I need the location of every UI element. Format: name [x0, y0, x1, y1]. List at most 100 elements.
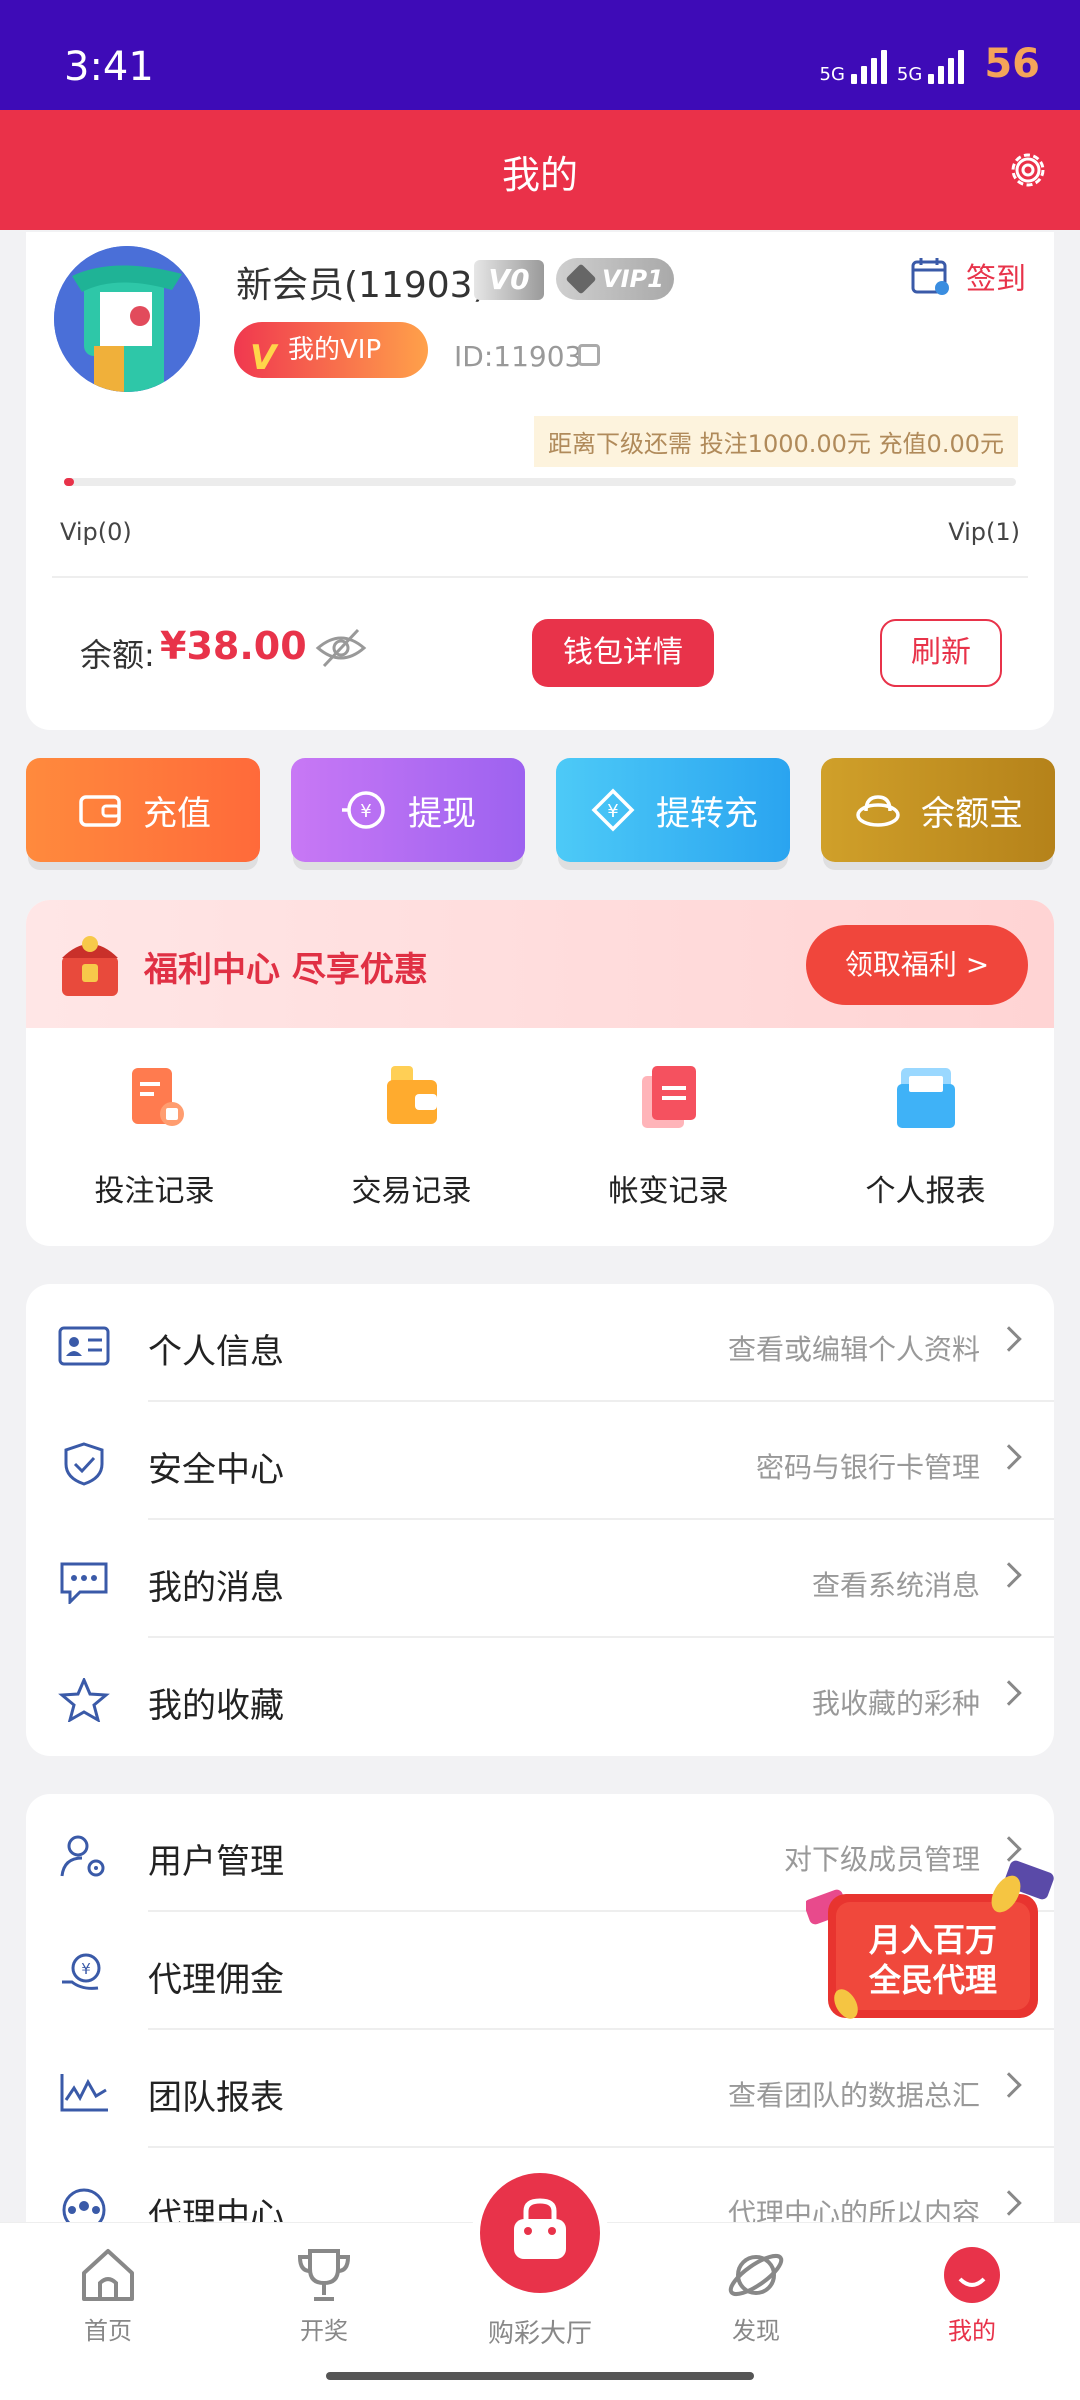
divider — [52, 576, 1028, 578]
chart-line-icon — [60, 2074, 108, 2112]
menu-label: 我的收藏 — [148, 1686, 284, 1726]
treasure-chest-icon — [62, 936, 118, 996]
promo-line-2: 全民代理 — [868, 1961, 997, 1999]
nav-label: 首页 — [84, 2317, 132, 2345]
nav-lottery-results[interactable]: 开奖 — [244, 2243, 404, 2346]
chevron-right-icon — [996, 1562, 1022, 1588]
my-vip-button[interactable]: V 我的VIP — [234, 322, 428, 378]
settings-menu: 个人信息 查看或编辑个人资料 安全中心 密码与银行卡管理 我的消息 查看系统消息… — [26, 1284, 1054, 1756]
record-label: 交易记录 — [351, 1174, 472, 1209]
nav-home[interactable]: 首页 — [28, 2243, 188, 2346]
signin-button[interactable]: 签到 — [910, 254, 1026, 298]
menu-item-personal-info[interactable]: 个人信息 查看或编辑个人资料 — [26, 1284, 1054, 1402]
diamond-icon — [565, 263, 597, 295]
menu-item-team-report[interactable]: 团队报表 查看团队的数据总汇 — [26, 2030, 1054, 2148]
id-card-icon — [58, 1326, 110, 1366]
shield-check-icon — [64, 1442, 104, 1486]
network-type-2: 5G — [896, 64, 923, 85]
refresh-button[interactable]: 刷新 — [880, 619, 1002, 687]
menu-item-messages[interactable]: 我的消息 查看系统消息 — [26, 1520, 1054, 1638]
transfer-recharge-button[interactable]: ¥ 提转充 — [556, 758, 790, 862]
menu-label: 团队报表 — [148, 2078, 284, 2118]
wallet-icon — [79, 795, 121, 827]
eye-off-icon[interactable] — [314, 626, 368, 670]
menu-desc: 我收藏的彩种 — [811, 1687, 980, 1720]
chevron-right-icon — [996, 1680, 1022, 1706]
planet-icon — [728, 2253, 784, 2297]
commission-icon: ¥ — [62, 1953, 101, 1990]
next-level-info: 距离下级还需 投注1000.00元 充值0.00元 — [534, 416, 1018, 467]
shopping-bag-icon — [514, 2198, 566, 2259]
menu-desc: 查看系统消息 — [811, 1569, 980, 1602]
menu-item-security[interactable]: 安全中心 密码与银行卡管理 — [26, 1402, 1054, 1520]
title-bar: 我的 — [0, 110, 1080, 230]
battery-level: 56 — [984, 41, 1040, 87]
gear-icon[interactable] — [1006, 148, 1050, 192]
quick-action-label: 提现 — [408, 793, 476, 834]
yuebao-button[interactable]: 余额宝 — [821, 758, 1055, 862]
vip-next-label: Vip(1) — [948, 518, 1020, 546]
nav-label: 开奖 — [300, 2317, 348, 2345]
signal-icon-1 — [850, 50, 887, 84]
withdraw-button[interactable]: ¥ 提现 — [291, 758, 525, 862]
record-label: 个人报表 — [865, 1174, 986, 1209]
trophy-icon — [297, 2249, 351, 2301]
svg-text:¥: ¥ — [81, 1960, 91, 1978]
user-settings-icon — [60, 1835, 105, 1877]
nav-discover[interactable]: 发现 — [676, 2243, 836, 2346]
balance-label: 余额: — [80, 636, 155, 674]
welfare-card: 福利中心 尽享优惠 领取福利 > 投注记录 交易记录 帐变记录 个人报表 — [26, 900, 1054, 1246]
copy-icon[interactable] — [578, 344, 600, 366]
menu-label: 代理佣金 — [148, 1960, 284, 2000]
menu-label: 个人信息 — [148, 1332, 284, 1372]
account-change-item[interactable]: 帐变记录 — [540, 1062, 797, 1210]
menu-item-favorites[interactable]: 我的收藏 我收藏的彩种 — [26, 1638, 1054, 1756]
welfare-banner[interactable]: 福利中心 尽享优惠 领取福利 > — [26, 900, 1054, 1028]
vip-progress-bar — [64, 478, 1016, 486]
wallet-details-button[interactable]: 钱包详情 — [532, 619, 714, 687]
claim-welfare-button[interactable]: 领取福利 > — [806, 925, 1028, 1005]
home-indicator — [326, 2372, 754, 2380]
recharge-button[interactable]: 充值 — [26, 758, 260, 862]
quick-action-label: 提转充 — [656, 793, 758, 834]
nav-mine[interactable]: 我的 — [892, 2243, 1052, 2346]
level-badge: V0 — [474, 260, 544, 300]
record-label: 投注记录 — [94, 1174, 215, 1209]
home-icon — [82, 2249, 134, 2301]
account-change-icon — [641, 1066, 696, 1128]
user-id: ID:11903 — [454, 340, 583, 373]
menu-desc: 查看或编辑个人资料 — [727, 1333, 980, 1366]
chevron-right-icon — [996, 2190, 1022, 2216]
transaction-record-item[interactable]: 交易记录 — [283, 1062, 540, 1210]
personal-report-item[interactable]: 个人报表 — [797, 1062, 1054, 1210]
nav-label: 购彩大厅 — [487, 2319, 592, 2349]
avatar[interactable] — [54, 246, 200, 392]
ingot-icon — [856, 795, 900, 827]
nav-label: 我的 — [948, 2317, 996, 2345]
menu-label: 用户管理 — [148, 1842, 284, 1882]
vip-badge: VIP1 — [556, 258, 674, 300]
agent-promo-badge[interactable]: 月入百万 全民代理 — [804, 1854, 1060, 2034]
svg-text:¥: ¥ — [360, 801, 371, 822]
page-title: 我的 — [501, 153, 578, 197]
yuan-withdraw-icon: ¥ — [342, 791, 385, 829]
star-icon — [58, 1678, 110, 1722]
record-label: 帐变记录 — [608, 1174, 729, 1209]
signal-icon-2 — [928, 50, 965, 84]
chevron-right-icon — [996, 1326, 1022, 1352]
personal-report-icon — [896, 1068, 955, 1128]
welfare-title: 福利中心 尽享优惠 — [144, 950, 428, 990]
profile-card: 新会员(11903) V0 VIP1 V 我的VIP ID:11903 签到 距离… — [26, 232, 1054, 730]
bet-record-item[interactable]: 投注记录 — [26, 1062, 283, 1210]
chevron-right-icon — [996, 2072, 1022, 2098]
calendar-icon — [911, 258, 949, 295]
promo-line-1: 月入百万 — [868, 1921, 997, 1959]
menu-label: 安全中心 — [148, 1450, 284, 1490]
nav-lottery-hall-button[interactable] — [480, 2173, 600, 2293]
signin-label: 签到 — [966, 262, 1026, 297]
signal-area: 5G 5G 56 — [820, 44, 1040, 84]
transfer-icon: ¥ — [591, 788, 635, 832]
progress-fill — [64, 478, 74, 486]
nav-label: 发现 — [732, 2317, 780, 2345]
svg-text:¥: ¥ — [607, 801, 618, 822]
